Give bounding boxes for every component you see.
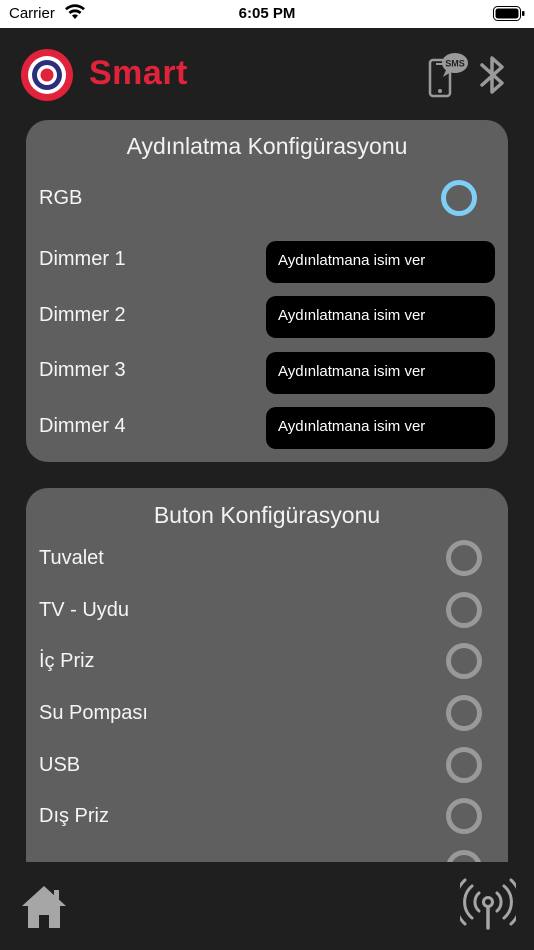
rgb-radio[interactable]	[441, 180, 477, 216]
dimmer-4-name-input[interactable]: Aydınlatmana isim ver	[266, 407, 495, 449]
button-item-radio[interactable]	[446, 540, 482, 576]
button-item-radio[interactable]	[446, 798, 482, 834]
button-item-label: Su Pompası	[39, 702, 148, 724]
button-config-card: Buton Konfigürasyonu Tuvalet TV - Uydu İ…	[26, 488, 508, 888]
lighting-config-card: Aydınlatma Konfigürasyonu RGB Dimmer 1 A…	[26, 120, 508, 462]
sms-text: SMS	[445, 59, 465, 69]
lighting-config-title: Aydınlatma Konfigürasyonu	[126, 133, 408, 159]
broadcast-icon[interactable]	[460, 878, 516, 930]
button-item-radio[interactable]	[446, 747, 482, 783]
dimmer-1-label: Dimmer 1	[39, 248, 126, 270]
phone-sms-icon[interactable]: SMS	[426, 50, 470, 100]
dimmer-4-label: Dimmer 4	[39, 415, 126, 437]
home-icon[interactable]	[20, 884, 68, 930]
bluetooth-icon[interactable]	[476, 52, 508, 98]
status-time: 6:05 PM	[238, 5, 296, 22]
app-header: Smart SMS	[0, 28, 534, 120]
button-item-radio[interactable]	[446, 695, 482, 731]
dimmer-2-label: Dimmer 2	[39, 304, 126, 326]
status-bar: Carrier 6:05 PM	[0, 0, 534, 28]
button-item-label: Dış Priz	[39, 805, 109, 827]
button-config-title: Buton Konfigürasyonu	[153, 502, 381, 528]
dimmer-3-name-input[interactable]: Aydınlatmana isim ver	[266, 352, 495, 394]
bottom-bar	[0, 862, 534, 950]
brand-title: Smart	[89, 54, 188, 92]
dimmer-2-name-input[interactable]: Aydınlatmana isim ver	[266, 296, 495, 338]
dimmer-3-label: Dimmer 3	[39, 359, 126, 381]
button-item-radio[interactable]	[446, 592, 482, 628]
rgb-label: RGB	[39, 187, 83, 209]
dimmer-1-name-input[interactable]: Aydınlatmana isim ver	[266, 241, 495, 283]
button-item-radio[interactable]	[446, 643, 482, 679]
battery-icon	[493, 6, 525, 21]
target-logo	[21, 49, 73, 101]
button-item-label: USB	[39, 754, 81, 776]
button-item-label: TV - Uydu	[39, 599, 130, 621]
button-item-label: İç Priz	[39, 650, 95, 672]
button-item-label: Tuvalet	[39, 547, 104, 569]
